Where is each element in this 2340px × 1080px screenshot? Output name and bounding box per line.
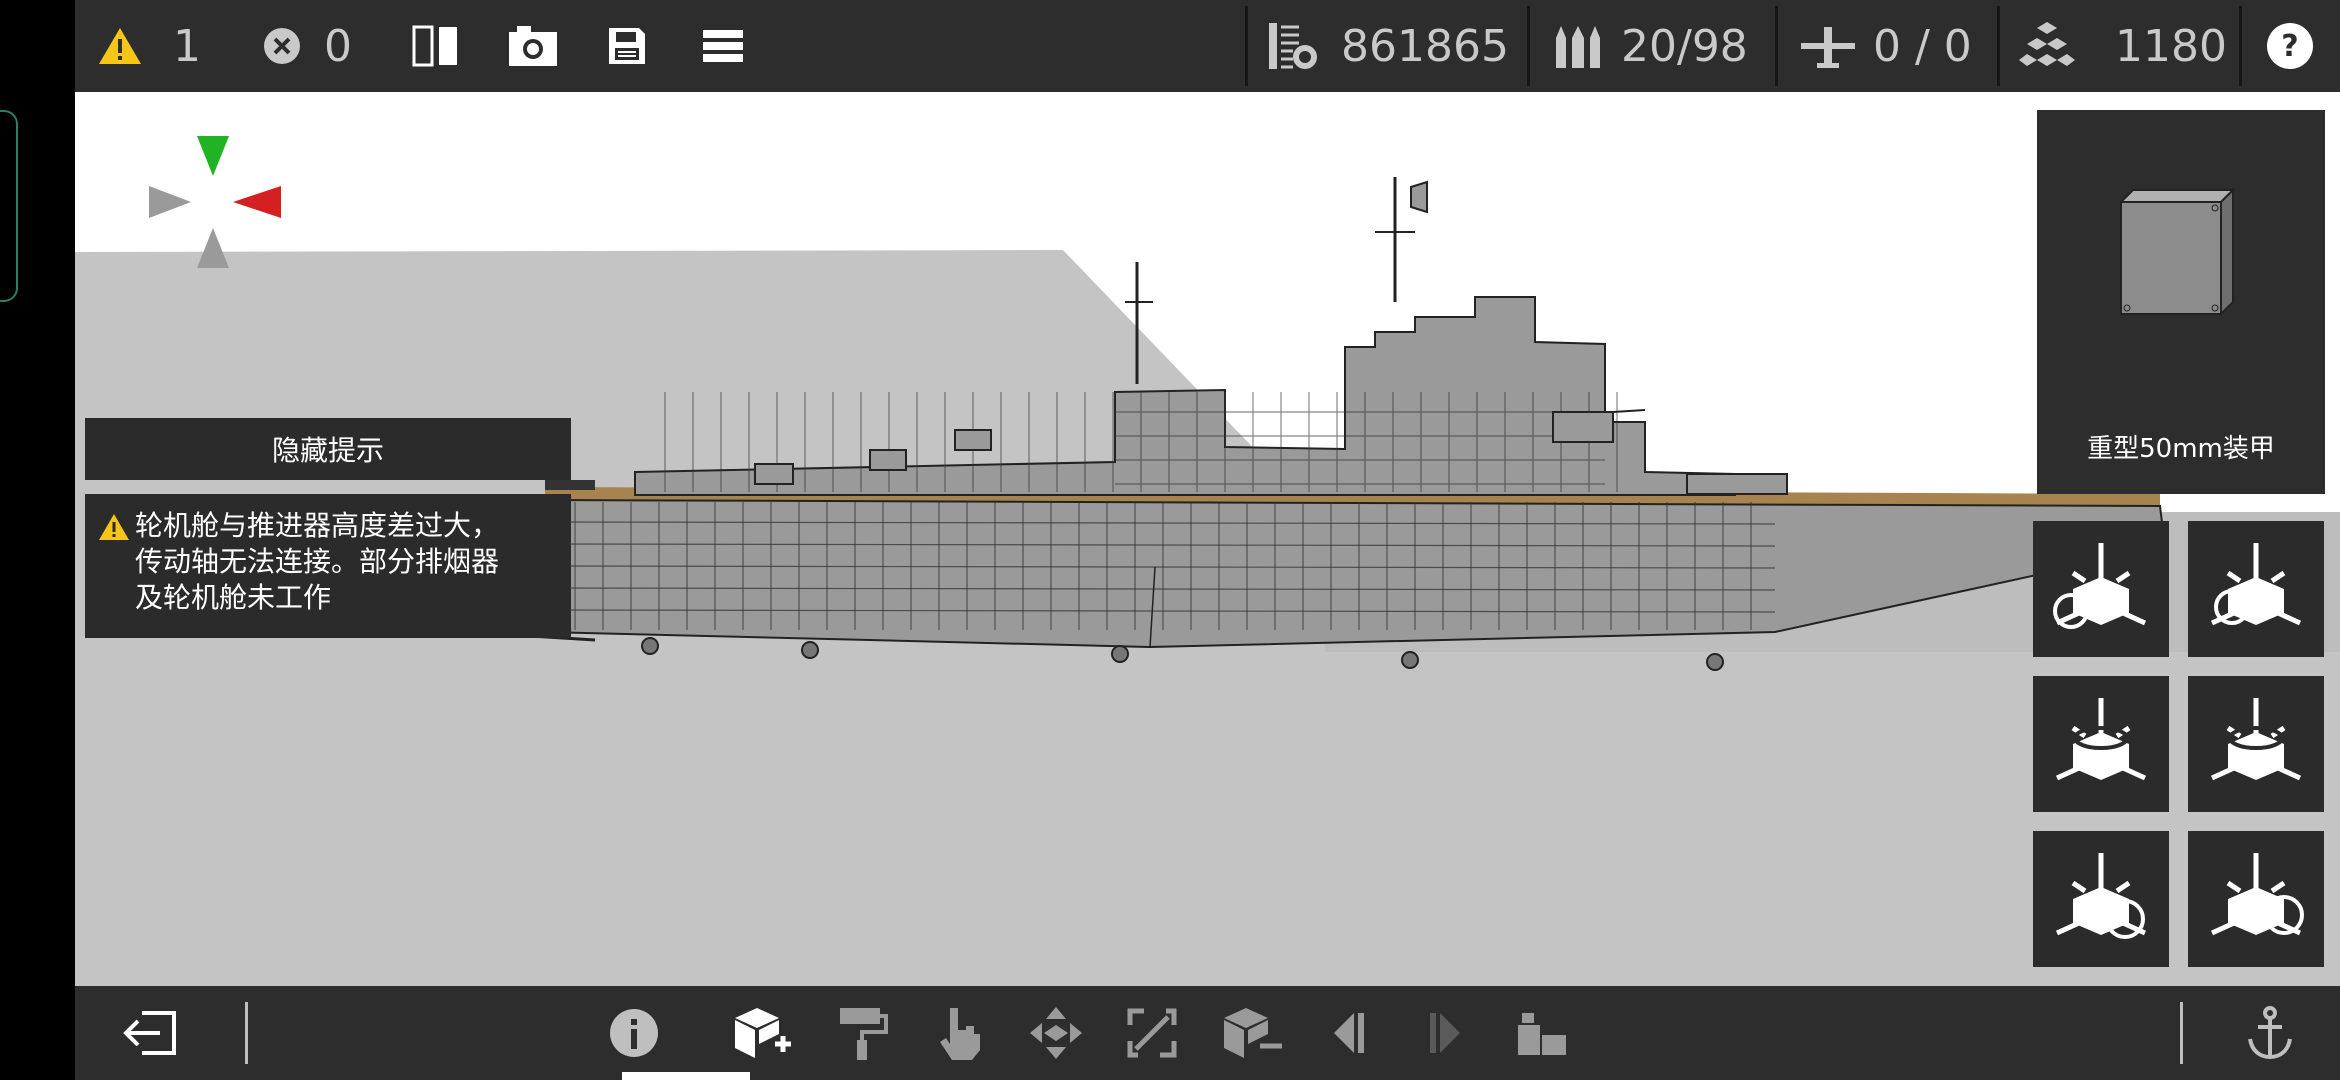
parts-icon — [2019, 22, 2075, 66]
hide-tips-button[interactable]: 隐藏提示 — [85, 418, 571, 480]
rotate-icon — [2210, 543, 2302, 626]
add-part-icon — [735, 1008, 791, 1058]
ammo-display: 20/98 — [1553, 0, 1748, 92]
selected-part-name: 重型50mm装甲 — [2087, 434, 2275, 464]
help-icon: ? — [2267, 23, 2313, 69]
exit-button[interactable] — [115, 986, 185, 1080]
rotate-icon — [2210, 698, 2302, 781]
redo-button[interactable] — [1411, 986, 1481, 1080]
rotate-icon — [2055, 698, 2147, 781]
warning-icon — [99, 514, 129, 540]
mirror-button[interactable] — [411, 0, 461, 92]
mirror-icon — [412, 25, 457, 67]
money-display: 861865 — [1267, 0, 1509, 92]
info-button[interactable] — [599, 986, 669, 1080]
warning-text-line2: 传动轴无法连接。部分排烟器 — [135, 545, 500, 578]
warning-count: 1 — [173, 20, 201, 72]
help-button[interactable]: ? — [2265, 0, 2315, 92]
error-icon — [264, 28, 300, 64]
armor-block-icon — [2118, 187, 2236, 317]
rotate-x-ccw-button[interactable] — [2033, 521, 2169, 657]
paint-icon — [840, 1008, 888, 1060]
warning-text-line3: 及轮机舱未工作 — [135, 581, 332, 614]
error-counter[interactable]: 0 — [262, 0, 352, 92]
save-icon — [609, 28, 645, 64]
rotate-icon — [2055, 853, 2147, 939]
warning-counter[interactable]: 1 — [97, 0, 201, 92]
remove-part-icon — [1224, 1008, 1282, 1058]
info-icon — [610, 1009, 658, 1057]
move-button[interactable] — [1021, 986, 1091, 1080]
menu-icon — [703, 30, 743, 62]
exit-icon — [123, 1011, 176, 1055]
assembly-button[interactable] — [1507, 986, 1577, 1080]
rotate-y-ccw-button[interactable] — [2033, 676, 2169, 812]
save-button[interactable] — [605, 0, 649, 92]
anchor-icon — [2248, 1006, 2292, 1060]
undo-button[interactable] — [1313, 986, 1383, 1080]
add-part-button[interactable] — [723, 986, 799, 1080]
redo-icon — [1430, 1013, 1460, 1053]
remove-part-button[interactable] — [1213, 986, 1289, 1080]
rotate-z-cw-button[interactable] — [2188, 831, 2324, 967]
scale-button[interactable] — [1117, 986, 1187, 1080]
selected-part-panel[interactable]: 重型50mm装甲 — [2037, 110, 2325, 494]
ammo-icon — [1556, 26, 1600, 68]
parts-display: 1180 — [2019, 0, 2227, 92]
menu-button[interactable] — [701, 0, 745, 92]
rotate-x-cw-button[interactable] — [2188, 521, 2324, 657]
ammo-value: 20/98 — [1621, 20, 1748, 72]
left-edge — [0, 0, 75, 1080]
screenshot-icon — [509, 26, 557, 66]
aircraft-display: 0 / 0 — [1797, 0, 1972, 92]
aircraft-icon — [1801, 27, 1855, 68]
rotate-icon — [2210, 853, 2304, 936]
hide-tips-label: 隐藏提示 — [271, 434, 384, 467]
assembly-icon — [1518, 1013, 1566, 1055]
top-bar: 1 0 861865 20/98 0 / 0 1180 ? — [75, 0, 2340, 92]
rotate-y-cw-button[interactable] — [2188, 676, 2324, 812]
warning-text-line1: 轮机舱与推进器高度差过大， — [135, 509, 500, 542]
select-icon — [940, 1008, 980, 1060]
anchor-button[interactable] — [2235, 986, 2305, 1080]
rotate-icon — [2053, 543, 2147, 629]
select-button[interactable] — [925, 986, 995, 1080]
warning-message: 轮机舱与推进器高度差过大， 传动轴无法连接。部分排烟器 及轮机舱未工作 — [85, 494, 571, 638]
move-icon — [1030, 1007, 1082, 1059]
active-tool-indicator — [622, 1072, 750, 1080]
money-value: 861865 — [1341, 20, 1509, 72]
warning-icon — [99, 28, 141, 64]
undo-icon — [1334, 1013, 1364, 1053]
screenshot-button[interactable] — [507, 0, 559, 92]
bottom-toolbar — [75, 986, 2340, 1080]
paint-button[interactable] — [827, 986, 897, 1080]
svg-text:?: ? — [2281, 29, 2298, 64]
money-icon — [1269, 23, 1317, 69]
aircraft-value: 0 / 0 — [1873, 20, 1972, 72]
side-drawer-handle[interactable] — [0, 110, 18, 302]
scale-icon — [1127, 1008, 1177, 1058]
error-count: 0 — [324, 20, 352, 72]
parts-value: 1180 — [2115, 20, 2227, 72]
rotate-z-ccw-button[interactable] — [2033, 831, 2169, 967]
